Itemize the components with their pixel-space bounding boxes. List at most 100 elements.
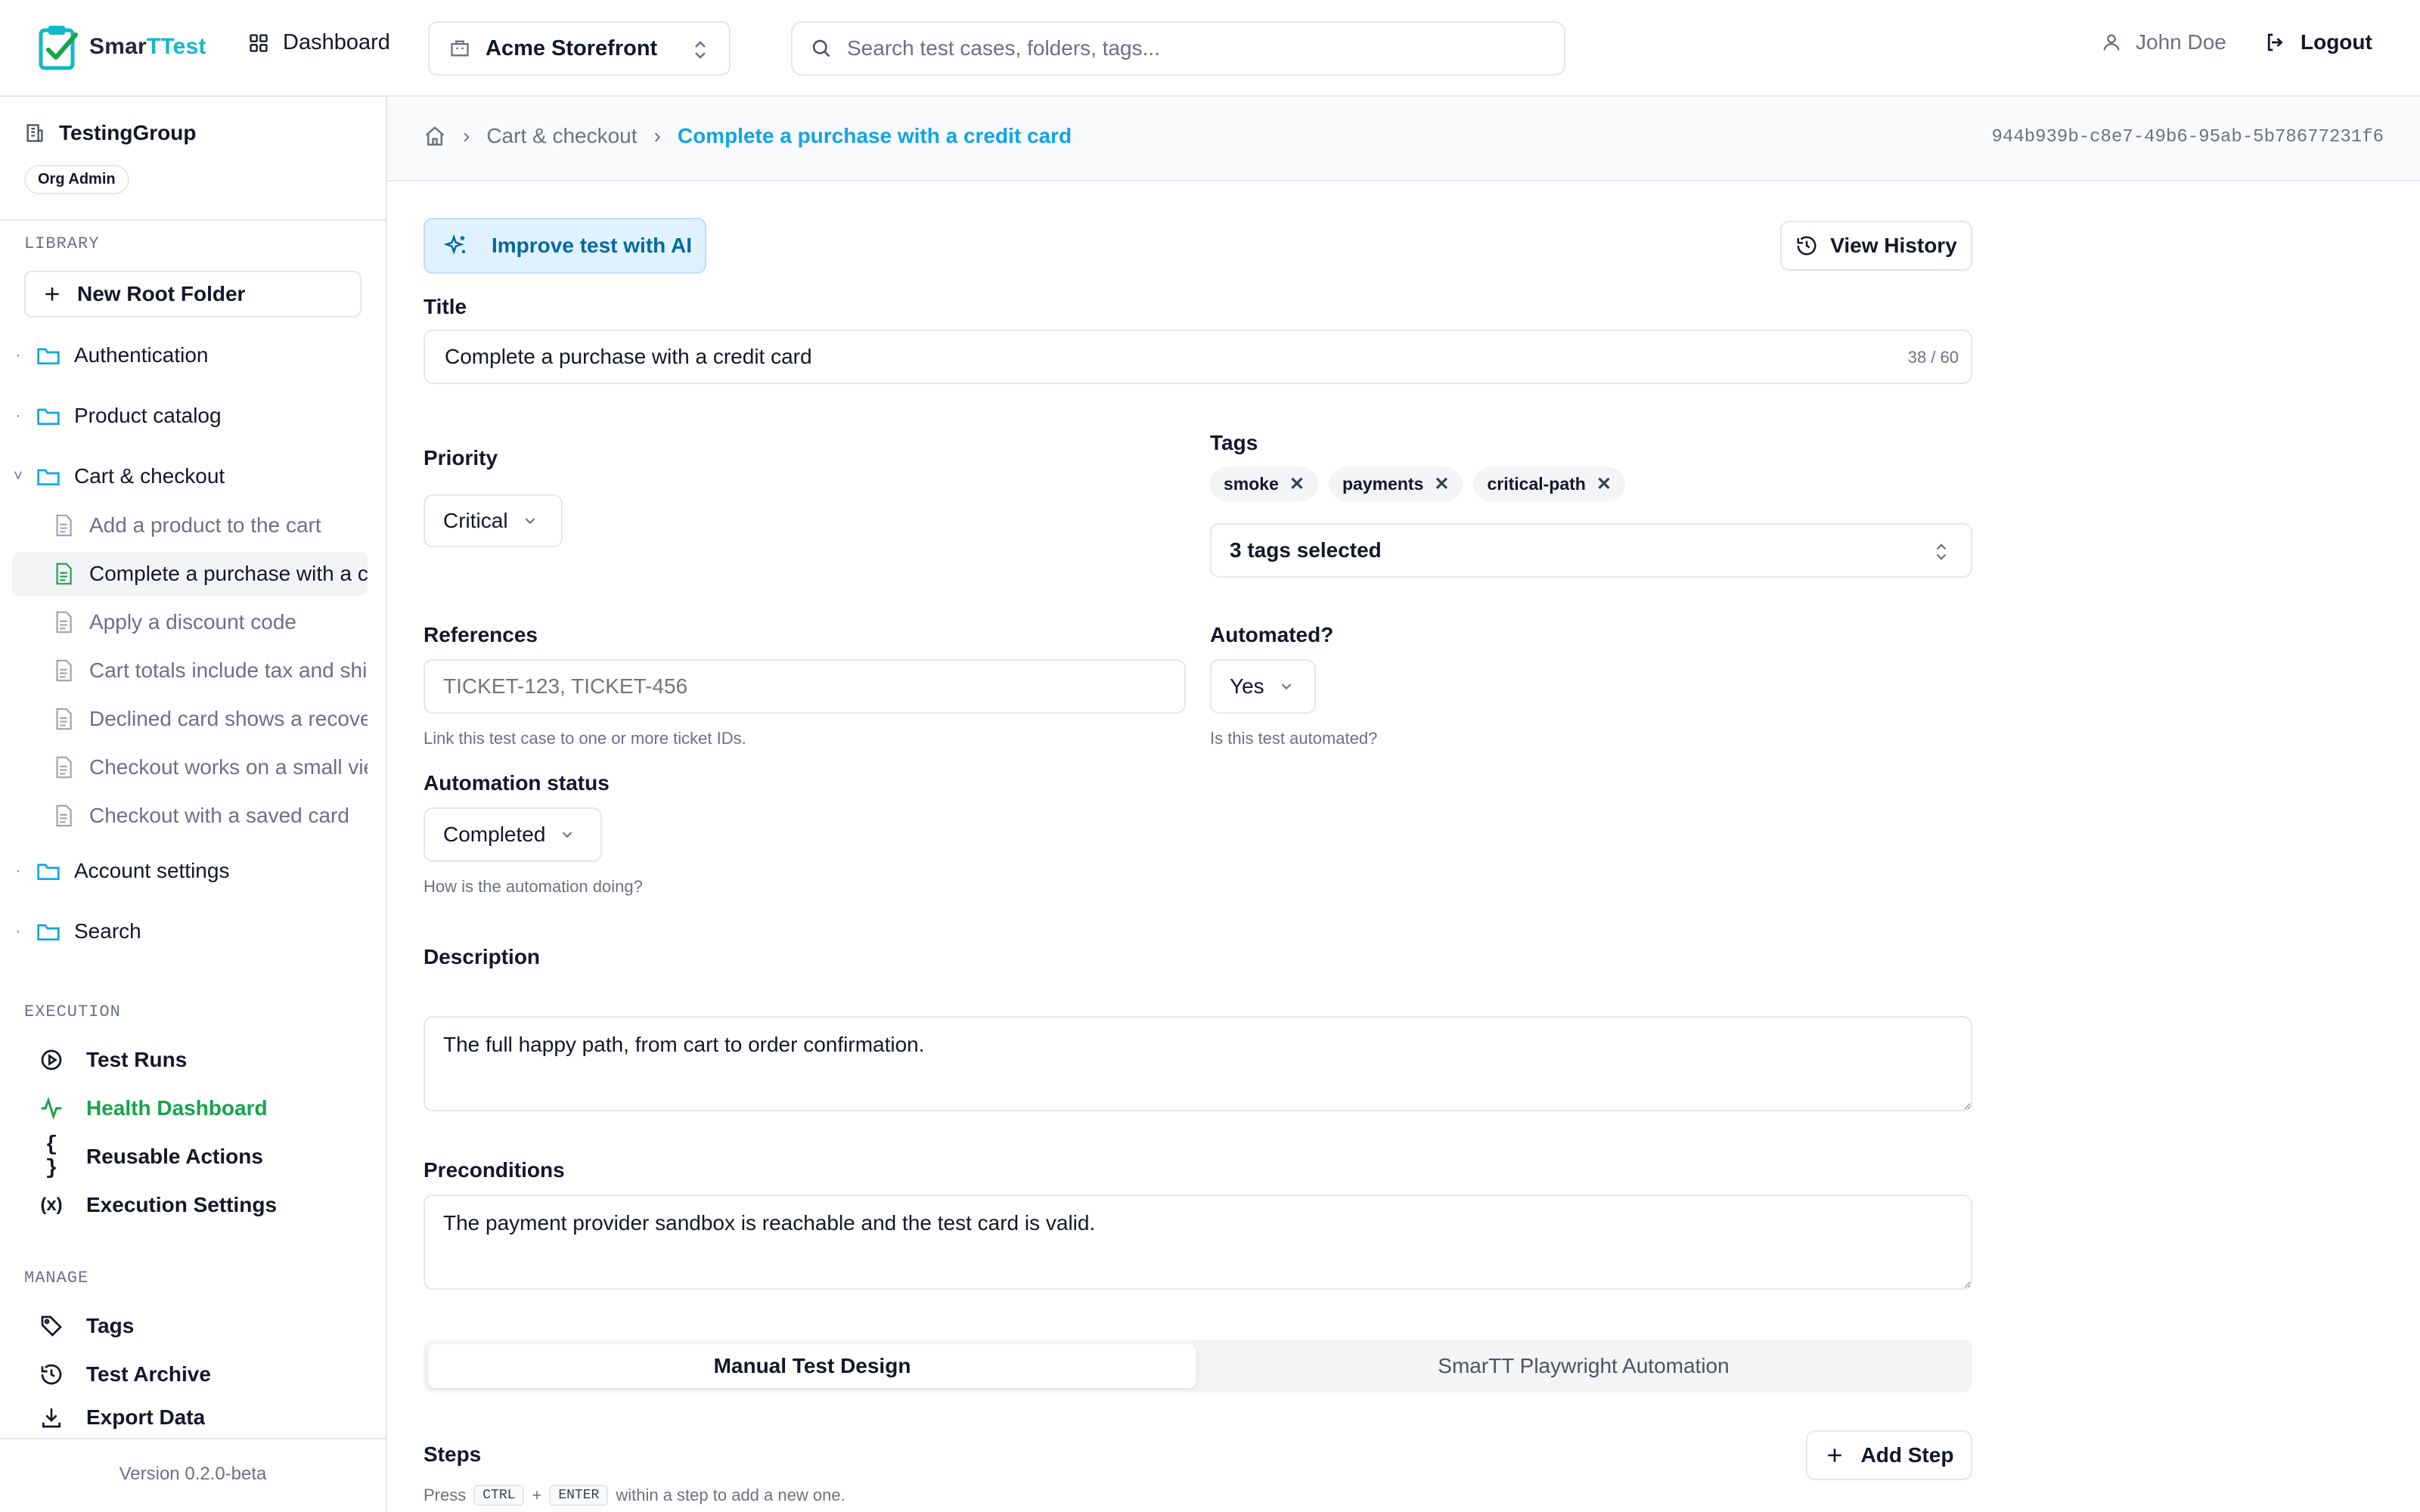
automated-label: Automated?	[1210, 623, 1334, 646]
project-selector[interactable]: Acme Storefront	[428, 21, 731, 76]
chevron-right-icon: ›	[653, 124, 661, 147]
title-input[interactable]: Complete a purchase with a credit card 3…	[424, 330, 1972, 384]
tag-icon	[41, 1315, 62, 1337]
document-icon	[56, 514, 72, 537]
library-heading: LIBRARY	[24, 234, 100, 253]
home-icon[interactable]	[424, 125, 446, 147]
test-case-label: Add a product to the cart	[89, 513, 321, 537]
nav-label: Tags	[86, 1314, 135, 1337]
steps-label: Steps	[424, 1442, 482, 1466]
folder-product-catalog[interactable]: · Product catalog	[0, 393, 378, 438]
steps-hint-press: Press	[424, 1486, 467, 1504]
plus-icon	[1827, 1448, 1841, 1462]
nav-test-runs[interactable]: Test Runs	[39, 1039, 187, 1081]
test-case-label: Cart totals include tax and shipping	[89, 658, 368, 682]
org-switcher[interactable]: TestingGroup	[24, 121, 196, 145]
nav-label: Test Archive	[86, 1362, 211, 1386]
add-step-button[interactable]: Add Step	[1806, 1430, 1972, 1480]
automated-value: Yes	[1230, 674, 1264, 698]
test-case-label: Declined card shows a recoverable error	[89, 707, 368, 730]
tab-manual-test-design[interactable]: Manual Test Design	[428, 1344, 1196, 1388]
folder-authentication[interactable]: · Authentication	[0, 333, 378, 378]
folder-icon	[37, 348, 60, 364]
breadcrumb: › Cart & checkout › Complete a purchase …	[424, 124, 1072, 148]
breadcrumb-parent[interactable]: Cart & checkout	[486, 124, 637, 148]
activity-icon	[41, 1096, 62, 1120]
test-case-item[interactable]: Checkout works on a small viewport	[12, 745, 368, 789]
preconditions-textarea[interactable]	[424, 1194, 1972, 1290]
chevron-right-icon: ›	[463, 124, 470, 147]
test-case-item[interactable]: Checkout with a saved card	[12, 794, 368, 838]
folder-icon	[37, 408, 60, 425]
references-label: References	[424, 623, 538, 646]
download-icon	[42, 1408, 60, 1428]
tags-select[interactable]: 3 tags selected	[1210, 523, 1972, 578]
priority-label: Priority	[424, 446, 498, 469]
search-bar[interactable]	[791, 21, 1565, 76]
collapsed-caret-icon[interactable]: ·	[0, 863, 36, 880]
priority-select[interactable]: Critical	[424, 494, 563, 547]
folder-icon	[37, 924, 60, 940]
folder-label: Product catalog	[74, 404, 222, 427]
references-input[interactable]	[424, 659, 1186, 714]
remove-tag-icon[interactable]: ✕	[1596, 473, 1612, 495]
dashboard-link[interactable]: Dashboard	[248, 30, 390, 55]
folder-search[interactable]: · Search	[0, 909, 378, 954]
title-char-count: 38 / 60	[1907, 348, 1959, 367]
test-case-item[interactable]: Apply a discount code	[12, 600, 368, 644]
nav-tags[interactable]: Tags	[39, 1305, 134, 1347]
tab-playwright-automation[interactable]: SmarTT Playwright Automation	[1199, 1344, 1968, 1388]
automated-select[interactable]: Yes	[1210, 659, 1316, 714]
version-label: Version 0.2.0-beta	[119, 1464, 267, 1484]
nav-export-data[interactable]: Export Data	[39, 1402, 205, 1433]
folder-account-settings[interactable]: · Account settings	[0, 848, 378, 894]
role-badge: Org Admin	[24, 165, 129, 194]
new-root-folder-button[interactable]: New Root Folder	[24, 271, 361, 318]
breadcrumb-bar: › Cart & checkout › Complete a purchase …	[387, 97, 2420, 181]
improve-with-ai-button[interactable]: Improve test with AI	[424, 218, 706, 274]
folder-icon	[37, 469, 60, 485]
nav-label: Export Data	[86, 1405, 206, 1429]
nav-test-archive[interactable]: Test Archive	[39, 1353, 211, 1396]
search-icon	[812, 39, 830, 57]
description-textarea[interactable]	[424, 1016, 1972, 1111]
app-logo[interactable]: SmarTTest	[36, 23, 206, 71]
chevron-down-icon	[525, 518, 535, 525]
test-case-item-active[interactable]: Complete a purchase with a credit card	[12, 552, 368, 596]
collapsed-caret-icon[interactable]: ·	[0, 407, 36, 425]
remove-tag-icon[interactable]: ✕	[1289, 473, 1305, 495]
steps-hint: Press CTRL + ENTER within a step to add …	[424, 1485, 845, 1506]
chevron-updown-icon	[695, 41, 706, 59]
search-input[interactable]	[847, 36, 1528, 60]
priority-value: Critical	[443, 509, 508, 532]
app-name: SmarTTest	[89, 34, 206, 59]
new-root-folder-label: New Root Folder	[77, 282, 246, 305]
nav-health-dashboard[interactable]: Health Dashboard	[39, 1087, 268, 1129]
view-history-button[interactable]: View History	[1780, 221, 1972, 271]
test-case-item[interactable]: Cart totals include tax and shipping	[12, 649, 368, 692]
remove-tag-icon[interactable]: ✕	[1434, 473, 1449, 495]
folder-label: Authentication	[74, 343, 209, 367]
manage-heading: MANAGE	[24, 1269, 89, 1287]
automation-status-select[interactable]: Completed	[424, 807, 602, 862]
logout-button[interactable]: Logout	[2264, 30, 2372, 54]
sparkles-icon	[443, 234, 466, 255]
dashboard-label: Dashboard	[283, 30, 390, 54]
nav-reusable-actions[interactable]: { } Reusable Actions	[39, 1133, 263, 1180]
steps-hint-plus: +	[532, 1486, 542, 1504]
user-icon	[2103, 34, 2120, 51]
nav-execution-settings[interactable]: (x) Execution Settings	[39, 1184, 277, 1226]
chevron-down-icon	[1281, 683, 1291, 690]
expanded-caret-icon[interactable]: ˅	[0, 468, 36, 485]
collapsed-caret-icon[interactable]: ·	[0, 347, 36, 364]
document-icon	[56, 562, 72, 585]
collapsed-caret-icon[interactable]: ·	[0, 923, 36, 940]
folder-cart-checkout[interactable]: ˅ Cart & checkout	[0, 454, 378, 499]
tag-chip-label: critical-path	[1487, 474, 1586, 494]
history-icon	[41, 1364, 62, 1385]
test-case-item[interactable]: Declined card shows a recoverable error	[12, 697, 368, 741]
play-circle-icon	[41, 1049, 62, 1070]
ctrl-key: CTRL	[473, 1485, 525, 1506]
test-case-item[interactable]: Add a product to the cart	[12, 503, 368, 547]
user-menu[interactable]: John Doe	[2101, 30, 2226, 54]
